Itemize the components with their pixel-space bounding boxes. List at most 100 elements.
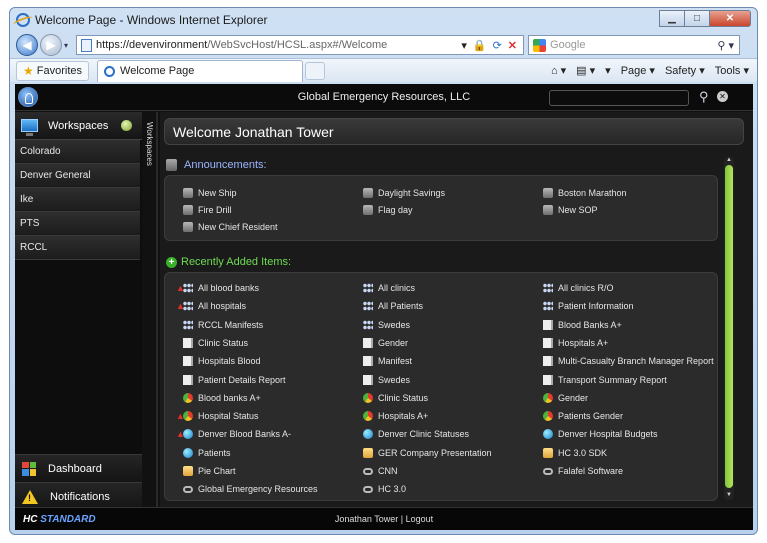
recent-item[interactable]: Gender — [543, 392, 588, 403]
search-box[interactable]: Google ⚲ ▾ — [528, 35, 741, 55]
announcement-item[interactable]: New Chief Resident — [183, 222, 278, 232]
favorites-button[interactable]: ★ Favorites — [16, 60, 90, 81]
sidebar-item-ike[interactable]: Ike — [15, 188, 140, 212]
home-icon[interactable]: ⌂ ▾ — [551, 64, 566, 77]
search-icon[interactable]: ⚲ ▾ — [717, 39, 734, 52]
recent-item[interactable]: Hospitals A+ — [543, 337, 608, 348]
address-dropdown-icon[interactable]: ▾ — [461, 39, 467, 52]
announcement-item[interactable]: Boston Marathon — [543, 188, 627, 198]
recent-item[interactable]: Transport Summary Report — [543, 374, 667, 385]
pie-icon — [363, 392, 373, 403]
recent-item[interactable]: Denver Clinic Statuses — [363, 429, 469, 440]
recent-item[interactable]: Gender — [363, 337, 409, 348]
star-icon: ★ — [23, 63, 34, 78]
flag-icon: ▲ — [176, 411, 185, 422]
item-label: Transport Summary Report — [558, 374, 667, 385]
doc-icon — [543, 356, 553, 367]
recent-item[interactable]: Denver Hospital Budgets — [543, 429, 658, 440]
back-button[interactable]: ◀ — [16, 34, 38, 56]
sidebar-item-rccl[interactable]: RCCL — [15, 236, 140, 260]
announcement-item[interactable]: New Ship — [183, 188, 237, 198]
recent-item[interactable]: HC 3.0 SDK — [543, 447, 607, 458]
sidebar-item-denver-general[interactable]: Denver General — [15, 164, 140, 188]
recent-item[interactable]: GER Company Presentation — [363, 447, 492, 458]
notifications-nav[interactable]: ! Notifications — [15, 482, 142, 510]
minimize-button[interactable]: ▁ — [659, 10, 685, 27]
recent-item[interactable]: Blood Banks A+ — [543, 319, 622, 330]
tools-menu[interactable]: Tools ▾ — [715, 64, 749, 77]
tab-welcome-page[interactable]: Welcome Page — [97, 59, 304, 82]
recent-item[interactable]: Patients — [183, 447, 231, 458]
announcement-item[interactable]: New SOP — [543, 205, 598, 215]
close-window-button[interactable]: ✕ — [709, 10, 751, 27]
recent-item[interactable]: Pie Chart — [183, 466, 236, 476]
recent-item[interactable]: All clinics — [363, 283, 415, 293]
recent-item[interactable]: Multi-Casualty Branch Manager Report — [543, 356, 714, 367]
recent-item[interactable]: Blood banks A+ — [183, 392, 261, 403]
recent-item[interactable]: All clinics R/O — [543, 283, 614, 293]
clear-search-icon[interactable]: ✕ — [717, 91, 728, 102]
recent-item[interactable]: Manifest — [363, 356, 412, 367]
scrollbar[interactable]: ▲ ▼ — [724, 157, 734, 500]
page-menu[interactable]: Page ▾ — [621, 64, 655, 77]
recent-item[interactable]: Patients Gender — [543, 411, 623, 422]
recent-item[interactable]: CNN — [363, 466, 398, 476]
lock-icon[interactable]: 🔒 — [473, 39, 487, 52]
recent-item[interactable]: All Patients — [363, 301, 423, 312]
item-label: Clinic Status — [198, 337, 249, 348]
scroll-up-icon[interactable]: ▲ — [724, 157, 734, 165]
forward-button[interactable]: ▶ — [40, 34, 62, 56]
item-label: Hospitals A+ — [378, 411, 429, 422]
recent-item[interactable]: Clinic Status — [183, 337, 249, 348]
recent-item[interactable]: Swedes — [363, 319, 410, 330]
refresh-icon[interactable]: ⟳ — [493, 39, 502, 52]
doc-icon — [183, 337, 193, 348]
logout-link[interactable]: Logout — [406, 514, 434, 524]
global-search-input[interactable] — [549, 90, 689, 106]
feeds-icon[interactable]: ▤ ▾ — [576, 64, 595, 77]
item-label: Boston Marathon — [558, 188, 627, 198]
workspaces-vertical-tab[interactable]: Workspaces — [144, 122, 154, 197]
search-icon[interactable]: ⚲ — [699, 89, 709, 105]
print-icon[interactable]: ▾ — [605, 64, 611, 77]
item-label: Denver Blood Banks A- — [198, 429, 292, 440]
announcement-item[interactable]: Flag day — [363, 205, 413, 215]
globe-icon — [363, 429, 373, 440]
recent-item[interactable]: Patient Details Report — [183, 374, 286, 385]
recent-item[interactable]: Global Emergency Resources — [183, 484, 318, 494]
safety-menu[interactable]: Safety ▾ — [665, 64, 705, 77]
recent-item[interactable]: Hospitals Blood — [183, 356, 261, 367]
recent-item[interactable]: RCCL Manifests — [183, 319, 263, 330]
recent-item[interactable]: Clinic Status — [363, 392, 428, 403]
workspaces-header[interactable]: Workspaces — [15, 112, 142, 140]
pie-icon — [183, 411, 193, 422]
recent-item[interactable]: HC 3.0 — [363, 484, 406, 494]
recent-item[interactable]: Hospitals A+ — [363, 411, 429, 422]
new-tab-button[interactable] — [305, 61, 326, 80]
announcement-item[interactable]: Daylight Savings — [363, 188, 445, 198]
stop-icon[interactable]: ✕ — [508, 39, 517, 52]
scroll-down-icon[interactable]: ▼ — [724, 492, 734, 500]
item-label: Pie Chart — [198, 466, 236, 476]
pin-icon[interactable] — [121, 120, 132, 131]
announcement-item[interactable]: Fire Drill — [183, 205, 232, 215]
ie-logo-icon — [16, 13, 30, 27]
sidebar-item-colorado[interactable]: Colorado — [15, 140, 140, 164]
recent-item[interactable]: ▲ All blood banks — [176, 283, 259, 293]
maximize-button[interactable]: □ — [684, 10, 710, 27]
item-label: GER Company Presentation — [378, 447, 492, 458]
recent-item[interactable]: Patient Information — [543, 301, 634, 312]
address-bar[interactable]: https://dev environment/WebSvcHost/HCSL.a… — [76, 35, 525, 55]
recent-item[interactable]: ▲ All hospitals — [176, 301, 246, 312]
ann-icon — [543, 205, 553, 215]
recent-item[interactable]: Falafel Software — [543, 466, 623, 476]
sidebar-item-pts[interactable]: PTS — [15, 212, 140, 236]
item-label: Gender — [378, 337, 409, 348]
history-dropdown-icon[interactable]: ▾ — [64, 41, 68, 50]
recent-item[interactable]: ▲ Denver Blood Banks A- — [176, 429, 292, 440]
ann-icon — [363, 205, 373, 215]
scrollbar-thumb[interactable] — [725, 165, 733, 488]
dashboard-nav[interactable]: Dashboard — [15, 454, 142, 482]
recent-item[interactable]: ▲ Hospital Status — [176, 411, 259, 422]
recent-item[interactable]: Swedes — [363, 374, 410, 385]
